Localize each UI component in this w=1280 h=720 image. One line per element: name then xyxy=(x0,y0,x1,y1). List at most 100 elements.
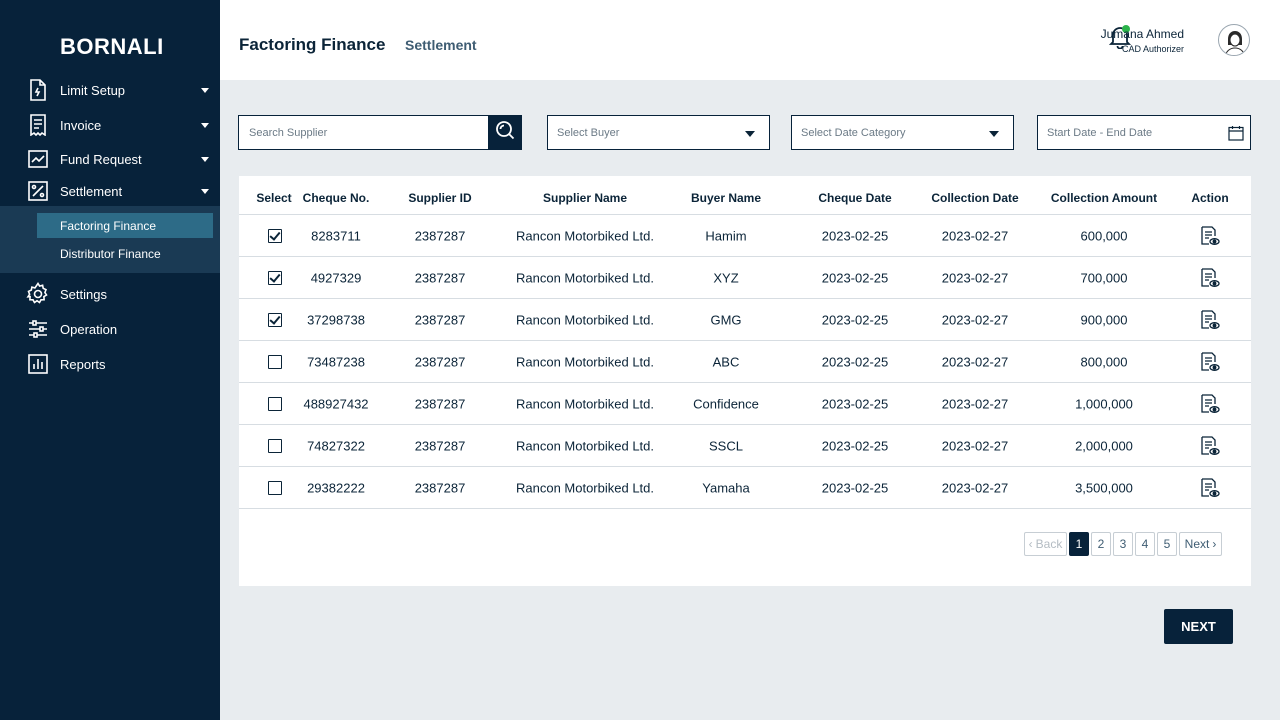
cheque-date-cell: 2023-02-25 xyxy=(821,396,889,411)
row-checkbox[interactable] xyxy=(268,480,282,495)
column-header: Select xyxy=(256,191,292,205)
search-button[interactable] xyxy=(488,115,522,150)
select-date-category-label: Select Date Category xyxy=(801,127,906,139)
pagination-page-5[interactable]: 5 xyxy=(1157,532,1177,556)
select-buyer-dropdown[interactable]: Select Buyer xyxy=(547,115,770,150)
sidebar: BORNALI Limit Setup Invoice Fund Request… xyxy=(0,0,220,720)
chevron-down-icon xyxy=(745,131,755,137)
cheque-no-cell: 488927432 xyxy=(303,396,369,411)
view-document-icon[interactable] xyxy=(1200,351,1220,372)
settlement-submenu: Factoring Finance Distributor Finance xyxy=(0,206,220,273)
cheque-table: Select Cheque No. Supplier ID Supplier N… xyxy=(239,176,1251,586)
sidebar-item-limit-setup[interactable]: Limit Setup xyxy=(0,75,220,105)
cheque-no-cell: 74827322 xyxy=(307,438,365,453)
view-document-icon[interactable] xyxy=(1200,393,1220,414)
breadcrumb[interactable]: Settlement xyxy=(405,37,477,53)
collection-date-cell: 2023-02-27 xyxy=(941,270,1009,285)
row-checkbox[interactable] xyxy=(268,270,282,285)
buyer-name-cell: XYZ xyxy=(713,270,739,285)
cheque-no-cell: 29382222 xyxy=(307,480,365,495)
chevron-left-icon: ‹ xyxy=(1028,537,1033,551)
user-name: Jumana Ahmed xyxy=(1100,27,1184,41)
table-row: 8283711 2387287 Rancon Motorbiked Ltd. Hami… xyxy=(239,215,1251,257)
brand-logo: BORNALI xyxy=(60,34,164,59)
collection-amount-cell: 700,000 xyxy=(1080,270,1128,285)
pagination-next[interactable]: Next › xyxy=(1179,532,1222,556)
table-row: 29382222 2387287 Rancon Motorbiked Ltd. Yam… xyxy=(239,467,1251,509)
select-date-category-dropdown[interactable]: Select Date Category xyxy=(791,115,1014,150)
buyer-name-cell: Yamaha xyxy=(702,480,750,495)
column-header: Cheque No. xyxy=(302,191,370,205)
pagination-page-4[interactable]: 4 xyxy=(1135,532,1155,556)
cheque-date-cell: 2023-02-25 xyxy=(821,480,889,495)
buyer-name-cell: Hamim xyxy=(705,228,747,243)
view-document-icon[interactable] xyxy=(1200,309,1220,330)
sidebar-item-distributor-finance[interactable]: Distributor Finance xyxy=(37,241,213,266)
table-header: Select Cheque No. Supplier ID Supplier N… xyxy=(239,176,1251,215)
buyer-name-cell: SSCL xyxy=(709,438,743,453)
date-range-picker[interactable]: Start Date - End Date xyxy=(1037,115,1251,150)
chevron-right-icon: › xyxy=(1212,537,1217,551)
table-row: 73487238 2387287 Rancon Motorbiked Ltd. ABC… xyxy=(239,341,1251,383)
supplier-id-cell: 2387287 xyxy=(414,396,466,411)
view-document-icon[interactable] xyxy=(1200,225,1220,246)
pagination-page-3[interactable]: 3 xyxy=(1113,532,1133,556)
cheque-date-cell: 2023-02-25 xyxy=(821,312,889,327)
sidebar-item-reports[interactable]: Reports xyxy=(0,349,220,379)
supplier-name-cell: Rancon Motorbiked Ltd. xyxy=(515,270,655,285)
supplier-id-cell: 2387287 xyxy=(414,312,466,327)
pagination-page-1[interactable]: 1 xyxy=(1069,532,1089,556)
calendar-icon xyxy=(1228,125,1244,141)
supplier-name-cell: Rancon Motorbiked Ltd. xyxy=(515,312,655,327)
column-header: Supplier Name xyxy=(542,191,628,205)
pagination-page-2[interactable]: 2 xyxy=(1091,532,1111,556)
cheque-no-cell: 8283711 xyxy=(311,228,361,243)
column-header: Collection Amount xyxy=(1050,191,1158,205)
supplier-name-cell: Rancon Motorbiked Ltd. xyxy=(515,396,655,411)
table-row: 4927329 2387287 Rancon Motorbiked Ltd. XYZ 2… xyxy=(239,257,1251,299)
supplier-id-cell: 2387287 xyxy=(414,228,466,243)
sidebar-item-settings[interactable]: Settings xyxy=(0,279,220,309)
page-title: Factoring Finance xyxy=(239,35,386,54)
supplier-name-cell: Rancon Motorbiked Ltd. xyxy=(515,228,655,243)
row-checkbox[interactable] xyxy=(268,354,282,369)
sidebar-item-invoice[interactable]: Invoice xyxy=(0,110,220,140)
sidebar-item-label: Limit Setup xyxy=(60,82,126,98)
search-supplier-field[interactable] xyxy=(238,115,488,150)
sidebar-item-factoring-finance[interactable]: Factoring Finance xyxy=(37,213,213,238)
chevron-down-icon xyxy=(201,156,209,162)
row-checkbox[interactable] xyxy=(268,312,282,327)
sidebar-item-label: Reports xyxy=(60,356,106,372)
chevron-down-icon xyxy=(201,87,209,93)
percent-icon xyxy=(26,179,50,203)
view-document-icon[interactable] xyxy=(1200,477,1220,498)
cheque-date-cell: 2023-02-25 xyxy=(821,438,889,453)
gear-icon xyxy=(26,282,50,306)
buyer-name-cell: GMG xyxy=(710,312,742,327)
sidebar-item-label: Invoice xyxy=(60,117,102,133)
date-range-label: Start Date - End Date xyxy=(1047,127,1153,139)
collection-date-cell: 2023-02-27 xyxy=(941,480,1009,495)
column-header: Collection Date xyxy=(931,191,1019,205)
pagination-back-label: Back xyxy=(1035,537,1063,551)
collection-date-cell: 2023-02-27 xyxy=(941,438,1009,453)
search-input[interactable] xyxy=(239,116,488,149)
avatar[interactable] xyxy=(1218,24,1250,56)
collection-date-cell: 2023-02-27 xyxy=(941,228,1009,243)
cheque-no-cell: 4927329 xyxy=(310,270,362,285)
row-checkbox[interactable] xyxy=(268,228,282,243)
row-checkbox[interactable] xyxy=(268,396,282,411)
pagination-back[interactable]: ‹ Back xyxy=(1024,532,1067,556)
supplier-name-cell: Rancon Motorbiked Ltd. xyxy=(515,354,655,369)
row-checkbox[interactable] xyxy=(268,438,282,453)
select-buyer-label: Select Buyer xyxy=(557,127,620,139)
collection-date-cell: 2023-02-27 xyxy=(941,396,1009,411)
sidebar-item-fund-request[interactable]: Fund Request xyxy=(0,144,220,174)
next-button[interactable]: NEXT xyxy=(1164,609,1233,644)
view-document-icon[interactable] xyxy=(1200,435,1220,456)
view-document-icon[interactable] xyxy=(1200,267,1220,288)
sidebar-item-label: Settlement xyxy=(60,183,123,199)
sidebar-item-operation[interactable]: Operation xyxy=(0,314,220,344)
sidebar-item-settlement[interactable]: Settlement xyxy=(0,176,220,206)
bar-chart-icon xyxy=(26,352,50,376)
